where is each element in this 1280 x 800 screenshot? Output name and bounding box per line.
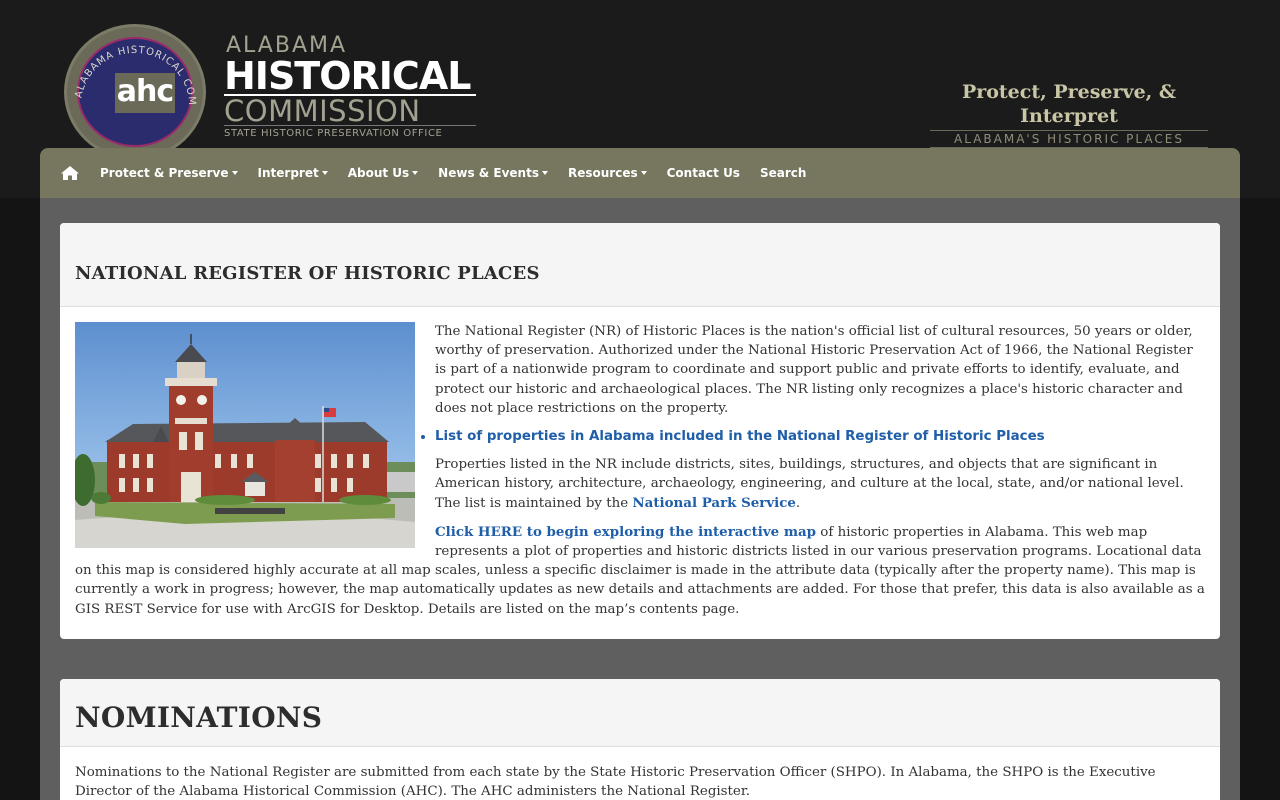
national-park-service-link[interactable]: National Park Service [632,495,795,511]
nav-about-us[interactable]: About Us [347,166,419,180]
page-title: NATIONAL REGISTER OF HISTORIC PLACES [75,263,540,284]
courthouse-photo [75,322,415,548]
tagline-main: Protect, Preserve, & Interpret [961,81,1177,127]
interactive-map-link[interactable]: Click HERE to begin exploring the intera… [435,524,816,540]
paragraph-text: . [795,495,801,511]
site-header: ALABAMA HISTORICAL COMMISSION ahc ALABAM… [0,0,1280,160]
nav-protect-preserve[interactable]: Protect & Preserve [100,166,238,180]
national-register-panel: NATIONAL REGISTER OF HISTORIC PLACES The… [60,223,1220,639]
nav-label: Protect & Preserve [100,166,229,180]
nominations-panel: NOMINATIONS Nominations to the National … [60,679,1220,800]
panel-body: Nominations to the National Register are… [60,747,1220,800]
nav-label: News & Events [438,166,539,180]
caret-down-icon [640,171,647,175]
panel-body: The National Register (NR) of Historic P… [60,307,1220,619]
paragraph-text: Properties listed in the NR include dist… [435,457,1184,511]
logo-line-commission: COMMISSION [224,94,476,126]
caret-down-icon [231,171,238,175]
nav-contact-us[interactable]: Contact Us [667,166,740,180]
nav-label: Interpret [257,166,319,180]
ahc-seal-logo[interactable]: ALABAMA HISTORICAL COMMISSION ahc [64,24,206,160]
nav-resources[interactable]: Resources [568,166,647,180]
caret-down-icon [412,171,419,175]
tagline-sub: ALABAMA'S HISTORIC PLACES [930,130,1208,148]
courthouse-image [75,334,415,548]
nav-interpret[interactable]: Interpret [258,166,328,180]
tagline: Protect, Preserve, & Interpret ALABAMA'S… [924,80,1214,148]
main-navbar: Protect & Preserve Interpret About Us Ne… [40,148,1240,198]
logo-line-shpo: STATE HISTORIC PRESERVATION OFFICE [224,125,476,140]
panel-heading: NOMINATIONS [60,679,1220,747]
nav-label: Search [759,166,807,180]
seal-monogram: ahc [115,73,175,113]
nominations-paragraph: Nominations to the National Register are… [75,765,1156,800]
main-content: NATIONAL REGISTER OF HISTORIC PLACES The… [40,198,1240,800]
nr-properties-list-link[interactable]: List of properties in Alabama included i… [435,429,1045,444]
panel-heading: NATIONAL REGISTER OF HISTORIC PLACES [60,223,1220,307]
logo-line-historical: HISTORICAL [224,54,471,98]
caret-down-icon [321,171,328,175]
logo-wordmark[interactable]: ALABAMA HISTORICAL COMMISSION STATE HIST… [224,34,480,140]
nav-label: Resources [567,166,638,180]
nominations-title: NOMINATIONS [75,701,323,734]
nav-label: Contact Us [666,166,740,180]
nav-search[interactable]: Search [760,166,806,180]
caret-down-icon [541,171,548,175]
nav-news-events[interactable]: News & Events [438,166,548,180]
home-icon[interactable] [60,165,80,181]
nav-label: About Us [347,166,410,180]
